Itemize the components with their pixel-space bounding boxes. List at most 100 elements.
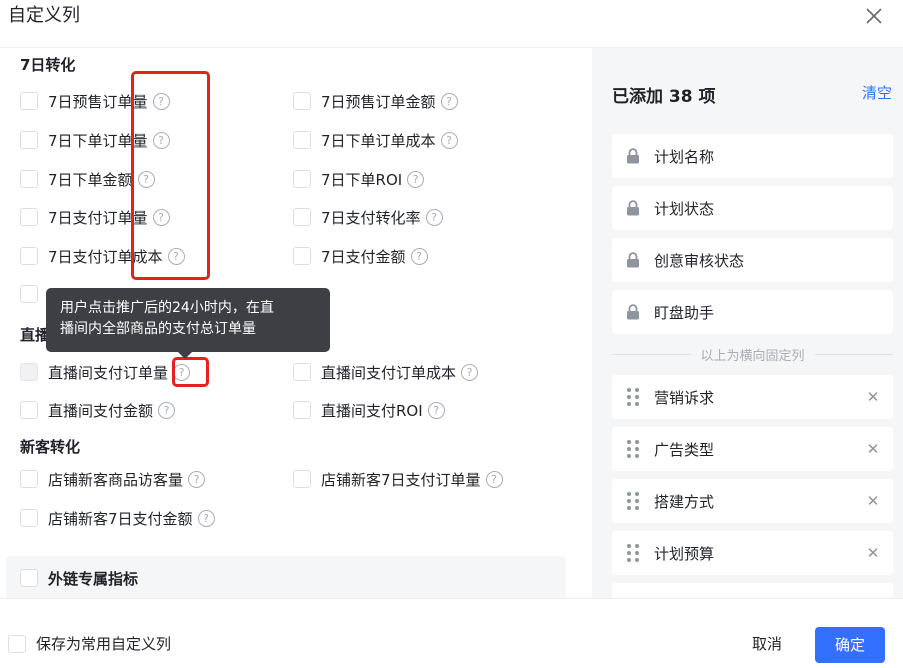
option-label: 直播间支付订单量 — [48, 363, 169, 382]
option-7day-place-roi[interactable]: 7日下单ROI ? — [293, 167, 425, 191]
help-icon[interactable]: ? — [188, 470, 206, 488]
option-label: 店铺新客商品访客量 — [48, 470, 184, 489]
option-live-pay-roi[interactable]: 直播间支付ROI ? — [293, 398, 445, 422]
checkbox[interactable] — [293, 401, 311, 419]
lock-icon — [612, 148, 654, 164]
option-external-metrics[interactable]: 外链专属指标 — [20, 566, 138, 590]
movable-column-item[interactable] — [612, 583, 893, 598]
option-label: 7日支付订单成本 — [48, 247, 163, 266]
option-7day-presale-orders[interactable]: 7日预售订单量 ? — [20, 89, 170, 113]
confirm-button[interactable]: 确定 — [815, 627, 885, 663]
fixed-columns-divider: 以上为横向固定列 — [612, 344, 894, 364]
save-as-common-option[interactable]: 保存为常用自定义列 — [8, 633, 171, 654]
checkbox[interactable] — [293, 470, 311, 488]
drag-handle-icon[interactable] — [612, 440, 654, 458]
help-icon[interactable]: ? — [461, 363, 479, 381]
dialog-header: 自定义列 — [0, 0, 903, 48]
drag-handle-icon[interactable] — [612, 544, 654, 562]
divider-text: 以上为横向固定列 — [700, 348, 805, 364]
option-7day-pay-order-cost[interactable]: 7日支付订单成本 ? — [20, 244, 185, 268]
help-icon[interactable]: ? — [152, 131, 170, 149]
option-label: 7日下单订单量 — [48, 131, 148, 150]
help-icon[interactable]: ? — [425, 208, 443, 226]
checkbox[interactable] — [20, 131, 38, 149]
checkbox[interactable] — [8, 634, 26, 653]
checkbox[interactable] — [20, 208, 38, 226]
checkbox[interactable] — [20, 247, 38, 265]
clear-button[interactable]: 清空 — [862, 82, 892, 103]
checkbox[interactable] — [20, 509, 38, 527]
option-label: 7日支付订单量 — [48, 208, 148, 227]
help-icon[interactable]: ? — [152, 208, 170, 226]
fixed-column-item: 创意审核状态 — [612, 238, 893, 282]
option-newcust-7day-pay-amount[interactable]: 店铺新客7日支付金额 ? — [20, 506, 215, 530]
checkbox[interactable] — [20, 470, 38, 488]
drag-handle-icon[interactable] — [612, 492, 654, 510]
external-metrics-section[interactable]: 外链专属指标 — [6, 556, 566, 604]
selected-count-title: 已添加 38 项 — [612, 87, 716, 107]
checkbox[interactable] — [293, 247, 311, 265]
checkbox[interactable] — [20, 569, 38, 587]
option-7day-pay-orders[interactable]: 7日支付订单量 ? — [20, 205, 170, 229]
remove-icon[interactable]: ✕ — [865, 439, 881, 459]
help-icon[interactable]: ? — [427, 401, 445, 419]
drag-handle-icon[interactable] — [612, 388, 654, 406]
help-icon[interactable]: ? — [137, 170, 155, 188]
option-label: 7日下单订单成本 — [321, 131, 436, 150]
tooltip-line-2: 播间内全部商品的支付总订单量 — [60, 321, 256, 337]
help-icon[interactable]: ? — [440, 92, 458, 110]
dialog-title: 自定义列 — [8, 5, 80, 26]
close-icon[interactable] — [864, 6, 884, 26]
cancel-button[interactable]: 取消 — [752, 633, 782, 654]
save-as-common-label: 保存为常用自定义列 — [36, 635, 172, 653]
movable-column-item[interactable]: 广告类型 ✕ — [612, 427, 893, 471]
checkbox[interactable] — [293, 170, 311, 188]
option-7day-presale-amount[interactable]: 7日预售订单金额 ? — [293, 89, 458, 113]
lock-icon — [612, 252, 654, 268]
divider-line — [612, 353, 691, 355]
help-icon[interactable]: ? — [410, 247, 428, 265]
option-7day-place-order-cost[interactable]: 7日下单订单成本 ? — [293, 128, 458, 152]
option-newcust-visitors[interactable]: 店铺新客商品访客量 ? — [20, 467, 206, 491]
help-icon[interactable]: ? — [485, 470, 503, 488]
checkbox[interactable] — [20, 170, 38, 188]
checkbox[interactable] — [293, 208, 311, 226]
option-7day-pay-conversion[interactable]: 7日支付转化率 ? — [293, 205, 443, 229]
option-7day-place-orders[interactable]: 7日下单订单量 ? — [20, 128, 170, 152]
help-icon[interactable]: ? — [167, 247, 185, 265]
remove-icon[interactable]: ✕ — [865, 491, 881, 511]
movable-column-item[interactable]: 搭建方式 ✕ — [612, 479, 893, 523]
movable-column-item[interactable]: 计划预算 ✕ — [612, 531, 893, 575]
option-newcust-7day-pay-orders[interactable]: 店铺新客7日支付订单量 ? — [293, 467, 503, 491]
help-icon[interactable]: ? — [152, 92, 170, 110]
option-live-pay-amount[interactable]: 直播间支付金额 ? — [20, 398, 176, 422]
fixed-column-item: 计划名称 — [612, 134, 893, 178]
option-live-pay-order-cost[interactable]: 直播间支付订单成本 ? — [293, 360, 479, 384]
checkbox[interactable] — [293, 131, 311, 149]
option-7day-pay-amount[interactable]: 7日支付金额 ? — [293, 244, 428, 268]
option-label: 直播间支付订单成本 — [321, 363, 457, 382]
fixed-column-item: 计划状态 — [612, 186, 893, 230]
column-label: 搭建方式 — [654, 492, 715, 511]
lock-icon — [612, 200, 654, 216]
option-label: 7日下单金额 — [48, 170, 133, 189]
help-icon[interactable]: ? — [173, 363, 191, 381]
checkbox[interactable] — [20, 401, 38, 419]
checkbox[interactable] — [20, 92, 38, 110]
help-icon[interactable]: ? — [440, 131, 458, 149]
selected-columns-panel: 已添加 38 项 清空 计划名称 计划状态 创意审核状态 盯盘助手 以上为横向固… — [592, 48, 903, 598]
remove-icon[interactable]: ✕ — [865, 543, 881, 563]
help-icon[interactable]: ? — [407, 170, 425, 188]
help-icon[interactable]: ? — [158, 401, 176, 419]
option-7day-place-amount[interactable]: 7日下单金额 ? — [20, 167, 155, 191]
checkbox[interactable] — [293, 92, 311, 110]
option-label: 店铺新客7日支付金额 — [48, 509, 193, 528]
option-live-pay-orders[interactable]: 直播间支付订单量 ? — [20, 360, 191, 384]
column-label: 营销诉求 — [654, 388, 715, 407]
checkbox[interactable] — [293, 363, 311, 381]
help-icon[interactable]: ? — [197, 509, 215, 527]
checkbox[interactable] — [20, 285, 38, 303]
option-hidden-by-tooltip[interactable] — [20, 282, 48, 306]
movable-column-item[interactable]: 营销诉求 ✕ — [612, 375, 893, 419]
remove-icon[interactable]: ✕ — [865, 387, 881, 407]
